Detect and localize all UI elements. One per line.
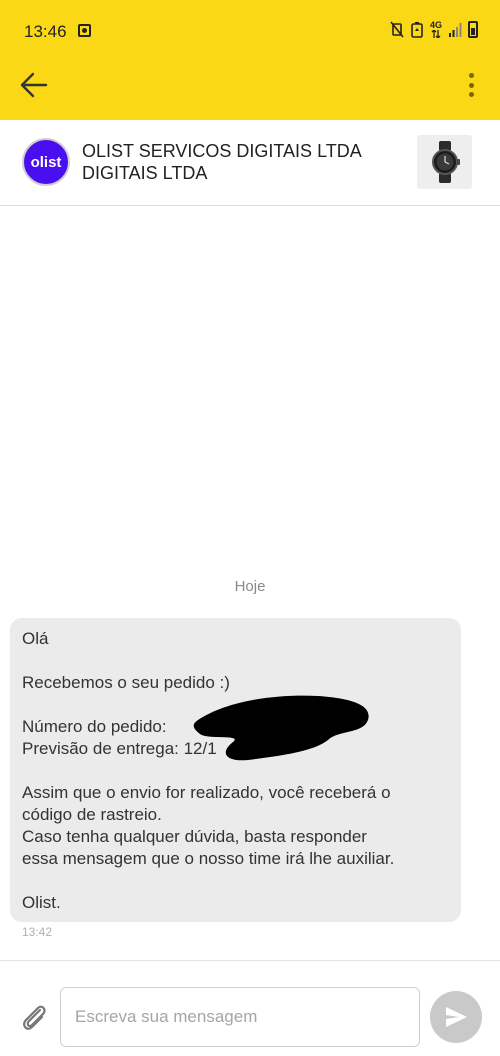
- app-bar: [0, 50, 500, 120]
- message-time: 13:42: [22, 925, 53, 939]
- message-line: Olá: [22, 629, 49, 648]
- more-vertical-icon: [468, 73, 474, 78]
- message-line: essa mensagem que o nosso time irá lhe a…: [22, 849, 395, 868]
- message-line: Caso tenha qualquer dúvida, basta respon…: [22, 827, 367, 846]
- attach-button[interactable]: [20, 1001, 48, 1033]
- signal-icon: [449, 23, 462, 37]
- send-button[interactable]: [430, 991, 482, 1043]
- status-icons: 4G: [390, 21, 478, 38]
- message-bubble: Olá Recebemos o seu pedido :) Número do …: [10, 618, 461, 922]
- send-icon: [446, 1007, 467, 1027]
- smartwatch-icon: [431, 141, 460, 183]
- status-bar: 13:46 4G: [0, 0, 500, 50]
- network-indicator: 4G: [430, 21, 442, 38]
- back-button[interactable]: [14, 66, 54, 104]
- redaction-mark: [193, 695, 369, 761]
- paperclip-icon: [23, 1005, 46, 1030]
- date-divider: Hoje: [234, 578, 266, 595]
- status-time: 13:46: [24, 22, 67, 41]
- network-arrows-icon: [431, 30, 441, 38]
- message-line: Assim que o envio for realizado, você re…: [22, 783, 391, 802]
- composer: [0, 960, 500, 1056]
- arrow-left-icon: [20, 72, 48, 98]
- message-line: código de rastreio.: [22, 805, 162, 824]
- mute-vibrate-icon: [390, 21, 404, 38]
- network-label: 4G: [429, 20, 442, 30]
- battery-saver-icon: [411, 22, 423, 38]
- message-input[interactable]: [60, 987, 420, 1047]
- battery-icon: [468, 21, 478, 38]
- message-line: Olist.: [22, 893, 61, 912]
- chat-area[interactable]: Hoje Olá Recebemos o seu pedido :) Númer…: [0, 207, 500, 959]
- seller-name: OLIST SERVICOS DIGITAIS LTDA DIGITAIS LT…: [82, 141, 361, 183]
- more-options-button[interactable]: [464, 70, 478, 100]
- product-thumbnail[interactable]: [417, 135, 472, 189]
- conversation-header: olist OLIST SERVICOS DIGITAIS LTDA DIGIT…: [0, 120, 500, 206]
- seller-avatar: olist: [22, 138, 70, 186]
- app-notification-icon: [78, 24, 91, 37]
